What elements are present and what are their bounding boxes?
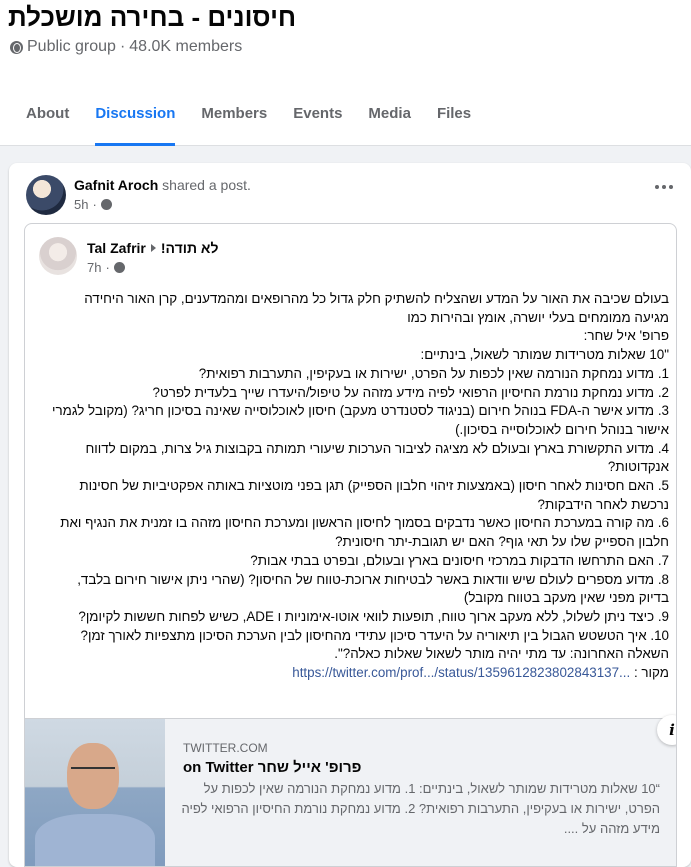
body-paragraph: 5. האם חסינות לאחר חיסון (באמצעות זיהוי …	[79, 478, 669, 512]
post-action: shared a post.	[162, 177, 251, 193]
post-body: בעולם שכיבה את האור על המדע ושהצליח להשת…	[49, 290, 669, 683]
body-paragraph: 8. מדוע מספרים לעולם שיש וודאות באשר לבט…	[77, 571, 669, 606]
body-paragraph: בעולם שכיבה את האור על המדע ושהצליח להשת…	[84, 291, 669, 325]
tab-media[interactable]: Media	[355, 88, 424, 146]
shared-timestamp: 7h ·	[87, 260, 125, 275]
group-privacy: Public group	[27, 38, 116, 55]
group-header: חיסונים - בחירה מושכלת Public group · 48…	[0, 0, 691, 146]
tab-files[interactable]: Files	[424, 88, 484, 146]
preview-title-name: פרופ' אייל שחר	[257, 759, 362, 776]
group-tabs: About Discussion Members Events Media Fi…	[0, 88, 484, 146]
post-card: Gafnit Aroch shared a post. 5h · Tal Zaf…	[9, 163, 691, 867]
avatar[interactable]	[39, 237, 77, 275]
body-paragraph: 2. מדוע נמחקת נורמת החיסיון הרפואי לפיה …	[152, 384, 669, 400]
tab-members[interactable]: Members	[188, 88, 280, 146]
preview-domain: TWITTER.COM	[183, 741, 268, 755]
shared-feeling: לא תודה!	[160, 240, 219, 256]
caret-right-icon	[150, 244, 156, 252]
author-name[interactable]: Gafnit Aroch	[74, 177, 158, 193]
shared-time[interactable]: 7h	[87, 260, 101, 275]
shared-post: Tal Zafrir לא תודה! 7h · בעולם שכיבה את …	[24, 223, 677, 867]
body-paragraph: 4. מדוע התקשורת בארץ ובעולם לא מציגה לצי…	[85, 440, 669, 475]
tab-about[interactable]: About	[0, 88, 82, 146]
more-icon[interactable]	[655, 185, 673, 189]
preview-title[interactable]: on Twitter פרופ' אייל שחר	[183, 759, 361, 776]
body-paragraph: השאלה האחרונה: עד מתי יהיה מותר לשאול שא…	[334, 646, 669, 662]
preview-title-suffix: on Twitter	[183, 759, 254, 776]
body-paragraph: 10. איך הטשטש הגבול בין תיאוריה על היעדר…	[80, 627, 669, 643]
post-timestamp: 5h ·	[74, 197, 112, 212]
meta-separator: ·	[119, 38, 126, 55]
body-paragraph: 1. מדוע נמחקת הנורמה שאין לכפות על הפרט,…	[198, 365, 669, 381]
source-label: מקור :	[633, 665, 669, 681]
body-paragraph: 9. כיצד ניתן לשלול, ללא מעקב ארוך טווח, …	[78, 608, 669, 624]
info-icon[interactable]: i	[657, 715, 676, 745]
time-separator: ·	[92, 197, 97, 212]
post-time[interactable]: 5h	[74, 197, 88, 212]
time-separator: ·	[105, 260, 110, 275]
group-members[interactable]: 48.0K members	[129, 38, 242, 56]
post-header: Gafnit Aroch shared a post.	[74, 177, 251, 193]
globe-icon	[10, 40, 23, 54]
body-paragraph: 6. מה קורה במערכת החיסון כאשר נדבקים בסמ…	[60, 515, 669, 550]
tab-discussion[interactable]: Discussion	[82, 88, 188, 146]
preview-image[interactable]	[25, 719, 165, 866]
body-paragraph: 7. האם התרחשו הדבקות במרכזי חיסונים בארץ…	[250, 552, 669, 568]
body-paragraph: 3. מדוע אישר ה-FDA בנוהל חירום (בניגוד ל…	[51, 403, 669, 437]
tab-events[interactable]: Events	[280, 88, 355, 146]
globe-icon	[113, 262, 125, 273]
group-title[interactable]: חיסונים - בחירה מושכלת	[8, 2, 296, 33]
preview-description: “10 שאלות מטרידות שמותר לשאול, בינתיים: …	[181, 781, 660, 836]
body-paragraph: פרופ' איל שחר:	[583, 328, 669, 344]
source-link[interactable]: https://twitter.com/prof.../status/13596…	[292, 665, 630, 680]
source-line: מקור : https://twitter.com/prof.../statu…	[49, 664, 669, 683]
avatar[interactable]	[26, 175, 66, 215]
link-preview[interactable]: TWITTER.COM on Twitter פרופ' אייל שחר “1…	[25, 715, 676, 866]
body-paragraph: "10 שאלות מטרידות שמותר לשאול, בינתיים:	[420, 347, 669, 363]
shared-author-name[interactable]: Tal Zafrir	[87, 240, 146, 256]
shared-post-header: Tal Zafrir לא תודה!	[87, 240, 218, 256]
globe-icon	[100, 199, 112, 210]
group-meta: Public group · 48.0K members	[10, 38, 242, 56]
